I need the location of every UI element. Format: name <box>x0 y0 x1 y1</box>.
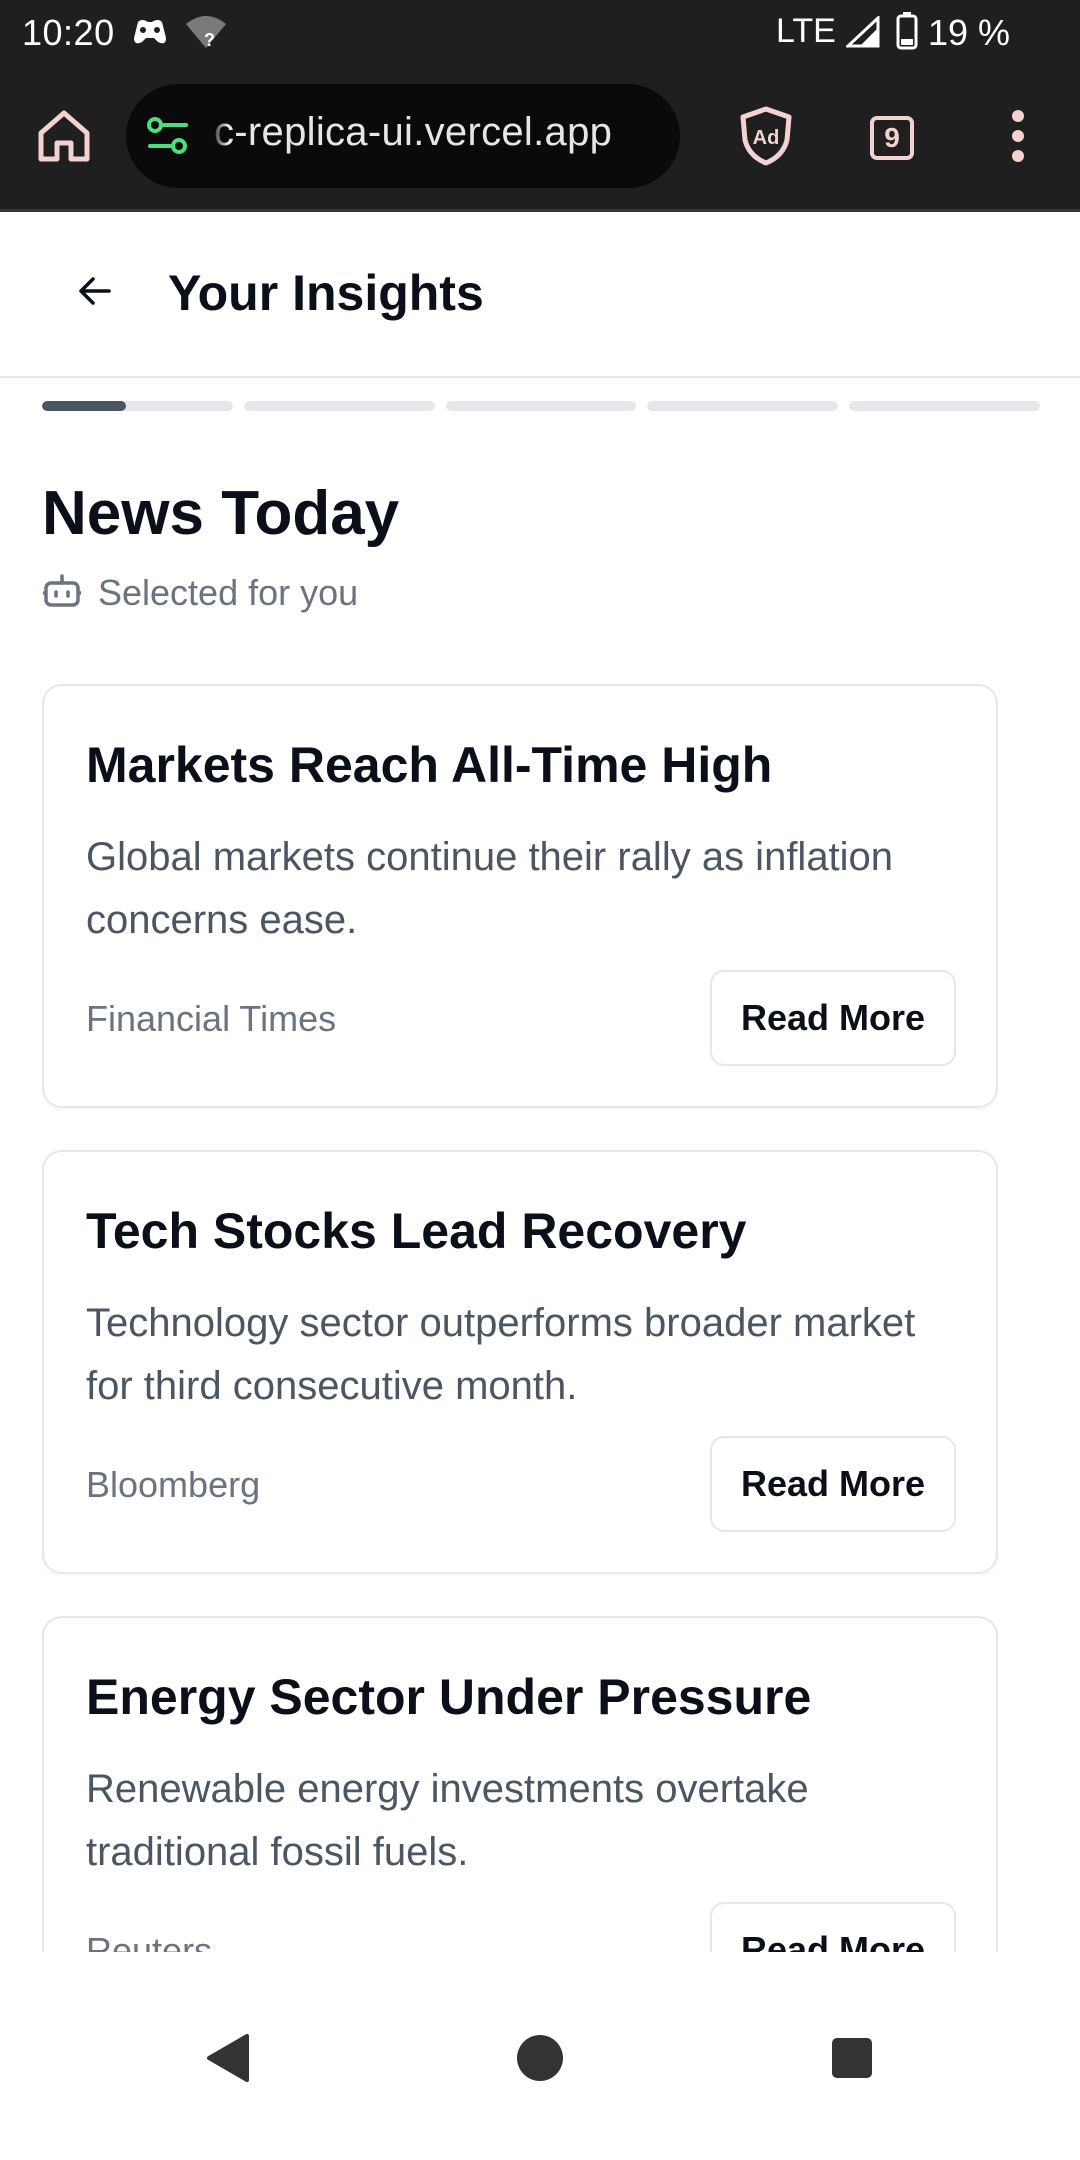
subtitle-text: Selected for you <box>98 572 359 613</box>
svg-text:Ad: Ad <box>753 127 780 149</box>
circle-home-icon <box>515 2033 565 2088</box>
home-button[interactable] <box>30 104 98 172</box>
news-card-source: Financial Times <box>86 998 337 1039</box>
status-bar: 10:20 ? LTE 19 % <box>0 0 1080 66</box>
news-card-title: Markets Reach All-Time High <box>86 737 773 793</box>
home-icon <box>35 107 93 170</box>
nav-recents-button[interactable] <box>816 2024 888 2096</box>
square-recents-icon <box>830 2036 874 2085</box>
battery-icon <box>896 12 918 55</box>
tabs-icon: 9 <box>870 116 914 160</box>
more-menu-icon <box>1008 108 1028 169</box>
arrow-left-icon <box>77 275 113 312</box>
robot-icon <box>42 573 82 614</box>
adblock-shield-icon: Ad <box>739 106 793 171</box>
progress-segment-fill <box>42 401 126 411</box>
news-card-summary: Global markets continue their rally as i… <box>86 835 894 942</box>
news-feed: Markets Reach All-Time High Global marke… <box>42 684 998 1952</box>
url-text: c-replica-ui.vercel.app <box>214 110 613 154</box>
game-controller-icon <box>130 16 170 55</box>
read-more-button[interactable]: Read More <box>710 970 956 1066</box>
tabs-button[interactable]: 9 <box>862 108 922 168</box>
battery-percent: 19 % <box>928 12 1011 53</box>
page-title: Your Insights <box>168 265 484 321</box>
section-subtitle: Selected for you <box>42 572 358 614</box>
system-nav-bar <box>0 1952 1080 2160</box>
progress-segment <box>647 401 839 411</box>
read-more-button[interactable]: Read More <box>710 1436 956 1532</box>
news-card-summary: Renewable energy investments overtake tr… <box>86 1767 809 1874</box>
nav-back-button[interactable] <box>192 2024 264 2096</box>
nav-home-button[interactable] <box>504 2024 576 2096</box>
wifi-unknown-icon: ? <box>184 14 228 55</box>
status-time: 10:20 <box>22 12 115 53</box>
news-card-title: Tech Stocks Lead Recovery <box>86 1203 747 1259</box>
progress-segment <box>445 401 637 411</box>
back-button[interactable] <box>62 260 128 326</box>
triangle-back-icon <box>205 2032 251 2089</box>
read-more-button[interactable]: Read More <box>710 1902 956 1952</box>
site-settings-icon[interactable] <box>146 116 190 161</box>
progress-segment <box>849 401 1040 411</box>
more-menu-button[interactable] <box>1000 104 1036 172</box>
adblock-button[interactable]: Ad <box>738 104 794 172</box>
network-type: LTE <box>776 12 836 50</box>
section-title: News Today <box>42 479 400 548</box>
story-progress <box>42 401 1040 411</box>
news-card-source: Reuters <box>86 1930 213 1952</box>
signal-icon <box>844 14 880 53</box>
news-card-summary: Technology sector outperforms broader ma… <box>86 1301 916 1408</box>
news-card-title: Energy Sector Under Pressure <box>86 1669 812 1725</box>
browser-toolbar: c-replica-ui.vercel.app Ad 9 <box>0 66 1080 212</box>
svg-text:?: ? <box>204 30 215 50</box>
address-bar[interactable]: c-replica-ui.vercel.app <box>126 84 680 188</box>
progress-segment <box>42 401 233 411</box>
news-card: Markets Reach All-Time High Global marke… <box>42 684 998 1108</box>
news-card-source: Bloomberg <box>86 1464 261 1505</box>
news-card: Tech Stocks Lead Recovery Technology sec… <box>42 1150 998 1574</box>
news-card: Energy Sector Under Pressure Renewable e… <box>42 1616 998 1952</box>
app-header: Your Insights <box>0 212 1080 378</box>
progress-segment <box>243 401 435 411</box>
